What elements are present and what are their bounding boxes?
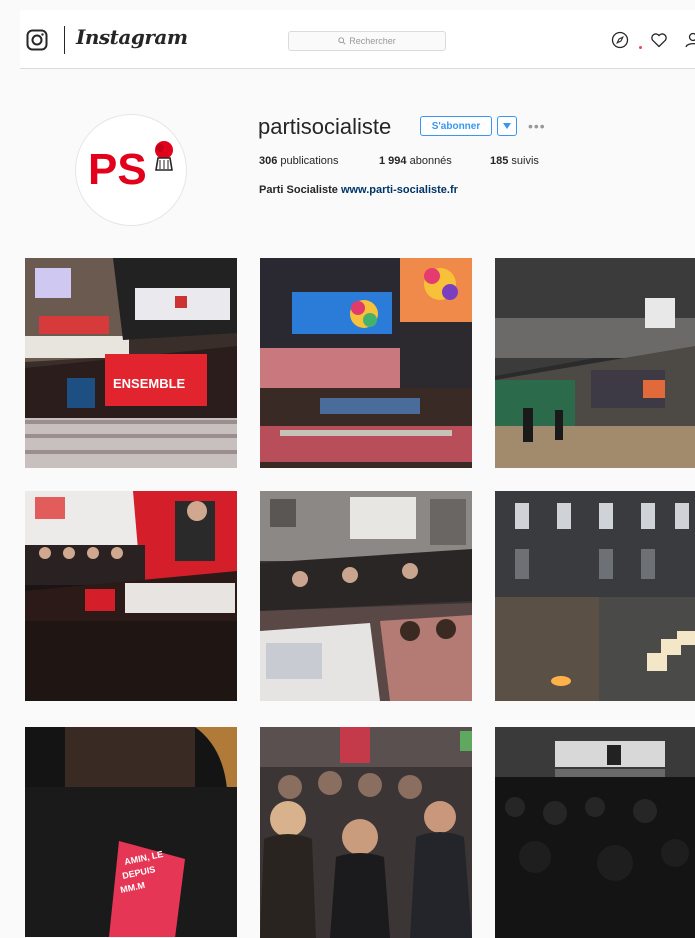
chevron-down-icon [503, 123, 511, 129]
posts-label: publications [280, 155, 339, 167]
following-stat[interactable]: 185 suivis [490, 155, 539, 167]
post-thumbnail-4[interactable] [25, 491, 237, 701]
post-image [260, 258, 472, 468]
post-image [495, 491, 695, 701]
profile-bio: Parti Socialiste www.parti-socialiste.fr [259, 184, 458, 196]
instagram-wordmark[interactable]: Instagram [76, 25, 188, 49]
suggestions-dropdown-button[interactable] [497, 116, 517, 136]
profile-website-link[interactable]: www.parti-socialiste.fr [341, 184, 458, 196]
notification-dot [639, 46, 642, 49]
stage-sign-text: ENSEMBLE [113, 376, 186, 391]
post-thumbnail-8[interactable] [260, 727, 472, 938]
post-image: ENSEMBLE [25, 258, 237, 468]
post-image [495, 727, 695, 938]
post-image [260, 491, 472, 701]
post-image [260, 727, 472, 938]
person-icon[interactable] [684, 31, 695, 49]
profile-username: partisocialiste [258, 114, 392, 139]
camera-icon[interactable] [26, 29, 48, 51]
ps-logo: PS [88, 141, 173, 194]
follow-button[interactable]: S'abonner [420, 116, 492, 136]
profile-full-name: Parti Socialiste [259, 184, 338, 196]
following-label: suivis [511, 155, 539, 167]
post-thumbnail-5[interactable] [260, 491, 472, 701]
top-navigation-bar: Instagram Rechercher [20, 10, 695, 69]
post-thumbnail-9[interactable] [495, 727, 695, 938]
followers-stat[interactable]: 1 994 abonnés [379, 155, 452, 167]
post-thumbnail-1[interactable]: ENSEMBLE [25, 258, 237, 468]
following-count: 185 [490, 155, 509, 167]
search-icon [338, 37, 346, 45]
posts-count: 306 [259, 155, 278, 167]
post-image [25, 491, 237, 701]
post-thumbnail-3[interactable] [495, 258, 695, 468]
followers-label: abonnés [409, 155, 452, 167]
post-thumbnail-6[interactable] [495, 491, 695, 701]
search-placeholder: Rechercher [349, 36, 396, 46]
followers-count: 1 994 [379, 155, 407, 167]
post-thumbnail-2[interactable] [260, 258, 472, 468]
posts-stat: 306 publications [259, 155, 339, 167]
post-image [495, 258, 695, 468]
more-options-button[interactable]: ••• [528, 118, 546, 134]
fist-rose-icon [155, 141, 173, 171]
post-thumbnail-7[interactable]: AMIN, LE DEPUIS MM.M [25, 727, 237, 937]
post-image: AMIN, LE DEPUIS MM.M [25, 727, 237, 937]
search-input[interactable]: Rechercher [288, 31, 446, 51]
header-divider [64, 26, 65, 54]
logo-text: PS [88, 145, 147, 194]
heart-icon[interactable] [650, 31, 668, 49]
compass-icon[interactable] [611, 31, 629, 49]
